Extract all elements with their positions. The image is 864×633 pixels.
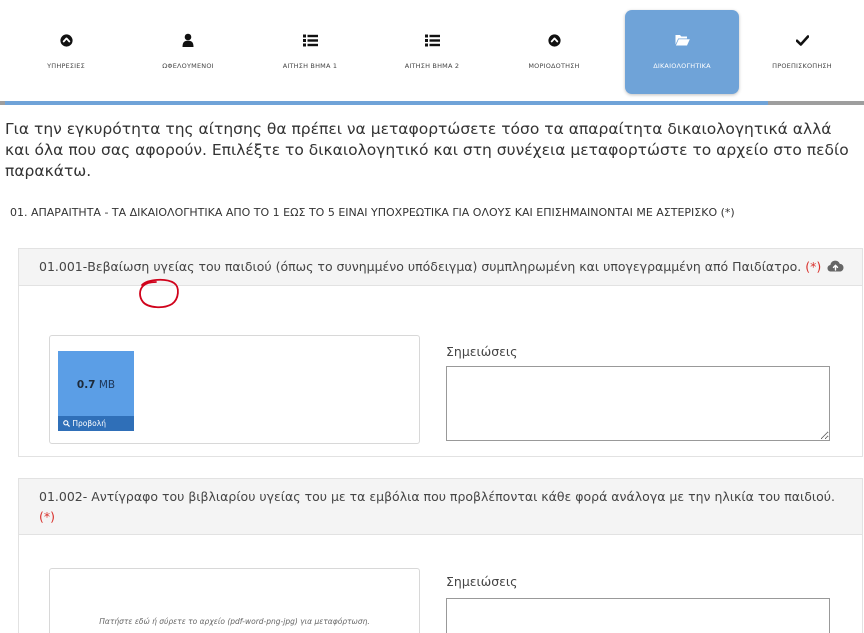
step-label: ΠΡΟΕΠΙΣΚΟΠΗΣΗ [772, 62, 832, 70]
step-scoring[interactable]: ΜΟΡΙΟΔΟΤΗΣΗ [498, 10, 610, 94]
document-header: 01.002- Αντίγραφο του βιβλιαρίου υγείας … [19, 479, 862, 535]
step-services[interactable]: ΥΠΗΡΕΣΙΕΣ [10, 10, 122, 94]
document-panel: 01.002- Αντίγραφο του βιβλιαρίου υγείας … [18, 478, 863, 633]
file-thumbnail[interactable]: 0.7 MB Προβολή [58, 351, 134, 431]
check-icon [746, 32, 858, 48]
step-label: ΔΙΚΑΙΟΛΟΓΗΤΙΚΑ [653, 62, 711, 70]
arrow-circle-up-icon [10, 32, 122, 48]
list-icon [376, 32, 488, 48]
step-label: ΑΙΤΗΣΗ ΒΗΜΑ 2 [404, 62, 460, 70]
step-label: ΩΦΕΛΟΥΜΕΝΟΙ [162, 62, 214, 70]
step-application-1[interactable]: ΑΙΤΗΣΗ ΒΗΜΑ 1 [254, 10, 366, 94]
notes-textarea[interactable] [446, 366, 830, 441]
section-title: 01. ΑΠΑΡΑΙΤΗΤΑ - ΤΑ ΔΙΚΑΙΟΛΟΓΗΤΙΚΑ ΑΠΟ Τ… [10, 206, 735, 219]
intro-text: Για την εγκυρότητα της αίτησης θα πρέπει… [5, 120, 849, 180]
folder-open-icon [625, 32, 739, 48]
upload-box[interactable]: 0.7 MB Προβολή [49, 335, 420, 444]
notes-label: Σημειώσεις [446, 574, 518, 589]
document-title: 01.001-Βεβαίωση υγείας του παιδιού (όπως… [39, 259, 802, 274]
search-icon [63, 419, 72, 428]
required-mark: (*) [39, 509, 56, 524]
cloud-upload-icon[interactable] [827, 258, 844, 278]
step-documents[interactable]: ΔΙΚΑΙΟΛΟΓΗΤΙΚΑ [625, 10, 739, 94]
list-icon [254, 32, 366, 48]
view-file-button[interactable]: Προβολή [58, 416, 134, 431]
notes-label: Σημειώσεις [446, 344, 518, 359]
step-label: ΜΟΡΙΟΔΟΤΗΣΗ [528, 62, 580, 70]
user-icon [132, 32, 244, 48]
file-size: 0.7 MB [76, 379, 116, 391]
required-mark: (*) [805, 259, 822, 274]
document-panel: 01.001-Βεβαίωση υγείας του παιδιού (όπως… [18, 248, 863, 457]
wizard-progress-bar [0, 101, 864, 105]
arrow-circle-up-icon [498, 32, 610, 48]
wizard-steps: ΥΠΗΡΕΣΙΕΣ ΩΦΕΛΟΥΜΕΝΟΙ ΑΙΤΗΣΗ ΒΗΜΑ 1 ΑΙΤΗ… [0, 0, 864, 110]
step-label: ΥΠΗΡΕΣΙΕΣ [47, 62, 85, 70]
document-title: 01.002- Αντίγραφο του βιβλιαρίου υγείας … [39, 489, 835, 504]
step-application-2[interactable]: ΑΙΤΗΣΗ ΒΗΜΑ 2 [376, 10, 488, 94]
dropzone-text: Πατήστε εδώ ή σύρετε το αρχείο (pdf-word… [99, 617, 370, 626]
step-label: ΑΙΤΗΣΗ ΒΗΜΑ 1 [282, 62, 338, 70]
step-beneficiaries[interactable]: ΩΦΕΛΟΥΜΕΝΟΙ [132, 10, 244, 94]
wizard-progress-fill [5, 101, 768, 105]
step-preview[interactable]: ΠΡΟΕΠΙΣΚΟΠΗΣΗ [746, 10, 858, 94]
file-dropzone[interactable]: Πατήστε εδώ ή σύρετε το αρχείο (pdf-word… [49, 568, 420, 633]
notes-textarea[interactable] [446, 598, 830, 633]
document-header: 01.001-Βεβαίωση υγείας του παιδιού (όπως… [19, 249, 862, 286]
